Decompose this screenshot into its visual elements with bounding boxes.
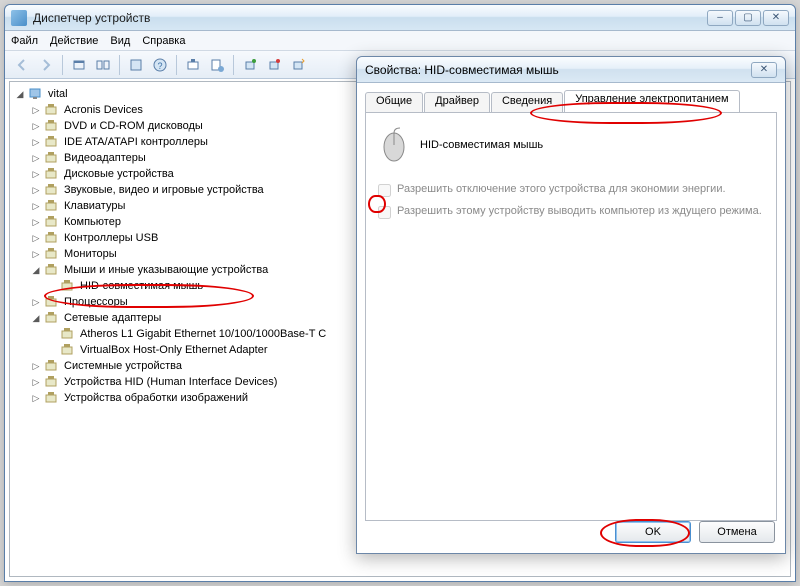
category-icon [44, 214, 60, 230]
tab-general[interactable]: Общие [365, 92, 423, 112]
tree-item-label: Дисковые устройства [64, 166, 174, 182]
device-icon [60, 278, 76, 294]
toolbar-help-icon[interactable]: ? [149, 54, 171, 76]
close-button[interactable]: ✕ [763, 10, 789, 26]
category-icon [44, 358, 60, 374]
category-icon [44, 374, 60, 390]
update-driver-icon[interactable] [287, 54, 309, 76]
menu-help[interactable]: Справка [142, 35, 185, 47]
tree-item-label: Звуковые, видео и игровые устройства [64, 182, 264, 198]
computer-icon [28, 86, 44, 102]
toolbar-icon-2[interactable] [92, 54, 114, 76]
window-title: Диспетчер устройств [33, 11, 707, 25]
app-icon [11, 10, 27, 26]
tree-item-label: Устройства обработки изображений [64, 390, 248, 406]
label-allow-wake: Разрешить этому устройству выводить комп… [397, 205, 762, 217]
tree-item-label: Устройства HID (Human Interface Devices) [64, 374, 277, 390]
category-icon [44, 246, 60, 262]
uninstall-icon[interactable] [263, 54, 285, 76]
checkbox-allow-power-off [378, 184, 391, 197]
device-name-label: HID-совместимая мышь [420, 139, 543, 151]
tab-driver[interactable]: Драйвер [424, 92, 490, 112]
minimize-button[interactable]: – [707, 10, 733, 26]
tab-panel-power: HID-совместимая мышь Разрешить отключени… [365, 113, 777, 521]
menu-view[interactable]: Вид [110, 35, 130, 47]
menubar: Файл Действие Вид Справка [5, 31, 795, 51]
tree-root-label: vital [48, 86, 68, 102]
titlebar[interactable]: Диспетчер устройств – ▢ ✕ [5, 5, 795, 31]
maximize-button[interactable]: ▢ [735, 10, 761, 26]
tab-details[interactable]: Сведения [491, 92, 563, 112]
tree-item-label: Сетевые адаптеры [64, 310, 161, 326]
tree-item-label: Мыши и иные указывающие устройства [64, 262, 268, 278]
menu-file[interactable]: Файл [11, 35, 38, 47]
tree-child-label: Atheros L1 Gigabit Ethernet 10/100/1000B… [80, 326, 326, 342]
checkbox-allow-wake [378, 206, 391, 219]
option-allow-power-off: Разрешить отключение этого устройства дл… [378, 183, 764, 197]
svg-text:?: ? [157, 61, 162, 71]
tree-item-label: Контроллеры USB [64, 230, 158, 246]
category-icon [44, 150, 60, 166]
category-icon [44, 118, 60, 134]
tree-item-label: IDE ATA/ATAPI контроллеры [64, 134, 208, 150]
device-icon [60, 326, 76, 342]
tree-item-label: Процессоры [64, 294, 128, 310]
ok-button[interactable]: OK [615, 521, 691, 543]
category-icon [44, 198, 60, 214]
tab-power[interactable]: Управление электропитанием [564, 90, 739, 112]
toolbar-icon-5[interactable] [206, 54, 228, 76]
category-icon [44, 182, 60, 198]
dialog-title: Свойства: HID-совместимая мышь [365, 63, 751, 77]
category-icon [44, 102, 60, 118]
category-icon [44, 310, 60, 326]
device-icon [60, 342, 76, 358]
dialog-titlebar[interactable]: Свойства: HID-совместимая мышь ✕ [357, 57, 785, 83]
tree-item-label: Компьютер [64, 214, 121, 230]
properties-dialog: Свойства: HID-совместимая мышь ✕ Общие Д… [356, 56, 786, 554]
toolbar-icon-1[interactable] [68, 54, 90, 76]
tree-child-label: HID-совместимая мышь [80, 278, 203, 294]
option-allow-wake: Разрешить этому устройству выводить комп… [378, 205, 764, 219]
back-button [11, 54, 33, 76]
dialog-close-button[interactable]: ✕ [751, 62, 777, 78]
scan-hardware-icon[interactable] [239, 54, 261, 76]
mouse-icon [378, 127, 410, 163]
tree-item-label: Видеоадаптеры [64, 150, 146, 166]
tree-item-label: Системные устройства [64, 358, 182, 374]
toolbar-icon-4[interactable] [182, 54, 204, 76]
category-icon [44, 262, 60, 278]
tree-item-label: Acronis Devices [64, 102, 143, 118]
tree-item-label: DVD и CD-ROM дисководы [64, 118, 203, 134]
toolbar-icon-3[interactable] [125, 54, 147, 76]
cancel-button[interactable]: Отмена [699, 521, 775, 543]
label-allow-power-off: Разрешить отключение этого устройства дл… [397, 183, 726, 195]
category-icon [44, 294, 60, 310]
category-icon [44, 134, 60, 150]
menu-action[interactable]: Действие [50, 35, 98, 47]
forward-button [35, 54, 57, 76]
tree-item-label: Мониторы [64, 246, 117, 262]
category-icon [44, 166, 60, 182]
tree-item-label: Клавиатуры [64, 198, 125, 214]
tree-child-label: VirtualBox Host-Only Ethernet Adapter [80, 342, 268, 358]
category-icon [44, 390, 60, 406]
tabstrip: Общие Драйвер Сведения Управление электр… [365, 91, 777, 113]
category-icon [44, 230, 60, 246]
